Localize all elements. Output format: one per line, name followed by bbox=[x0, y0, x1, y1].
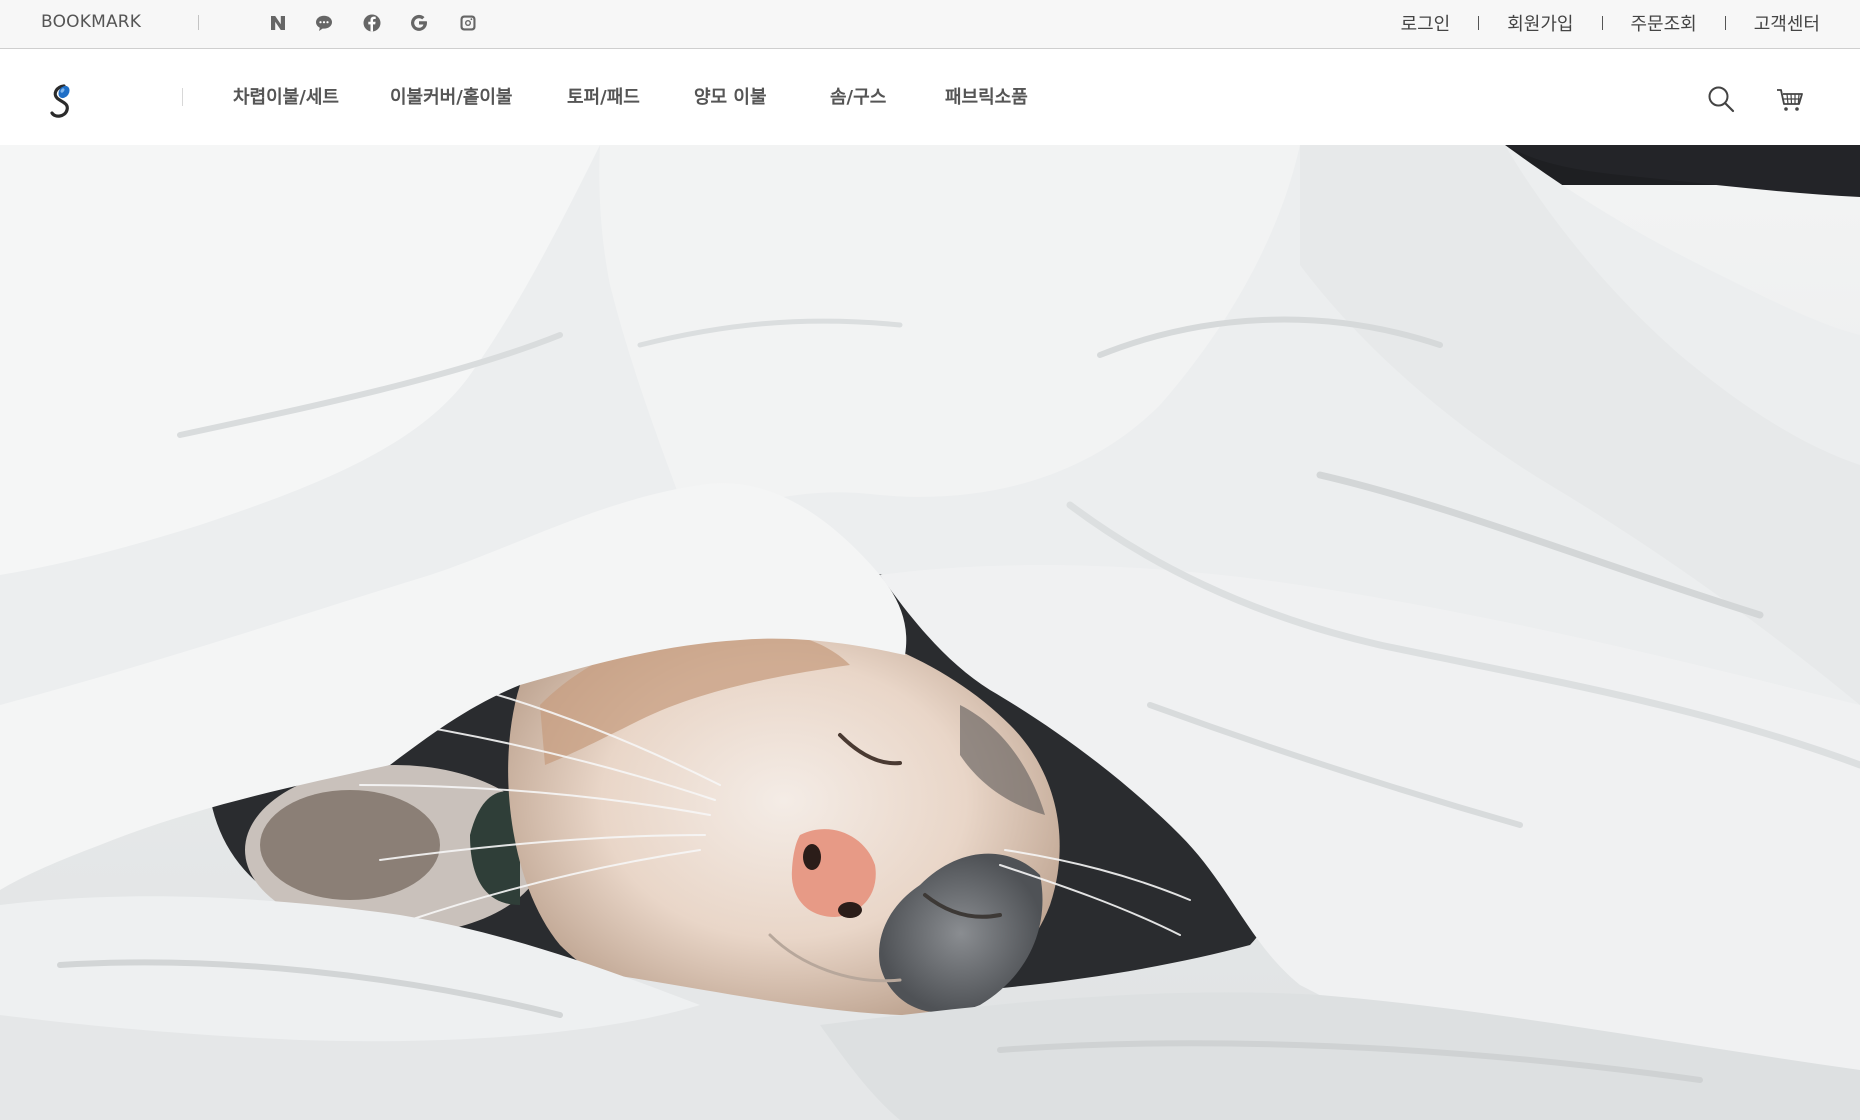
login-link[interactable]: 로그인 bbox=[1401, 10, 1451, 36]
nav-item-duvet-cover[interactable]: 이불커버/홑이불 bbox=[390, 83, 513, 109]
customer-center-link[interactable]: 고객센터 bbox=[1754, 10, 1820, 36]
instagram-icon[interactable] bbox=[457, 12, 479, 34]
nav-item-topper-pad[interactable]: 토퍼/패드 bbox=[567, 83, 640, 109]
brand-logo[interactable] bbox=[44, 81, 78, 123]
nav-item-quilt-set[interactable]: 차렵이불/세트 bbox=[233, 83, 339, 109]
top-utility-bar: BOOKMARK 로그인 회원가입 주문조회 고객센터 bbox=[0, 0, 1860, 49]
account-separator bbox=[1601, 16, 1603, 30]
kakaotalk-icon[interactable] bbox=[313, 12, 335, 34]
google-icon[interactable] bbox=[408, 12, 430, 34]
main-header: 차렵이불/세트 이불커버/홑이불 토퍼/패드 양모 이불 솜/구스 패브릭소품 bbox=[0, 49, 1860, 145]
hero-banner-image[interactable] bbox=[0, 145, 1860, 1120]
header-divider bbox=[182, 88, 183, 106]
account-separator bbox=[1478, 16, 1480, 30]
signup-link[interactable]: 회원가입 bbox=[1507, 10, 1573, 36]
nav-item-wool-duvet[interactable]: 양모 이불 bbox=[694, 83, 767, 109]
naver-icon[interactable] bbox=[267, 12, 289, 34]
facebook-icon[interactable] bbox=[361, 12, 383, 34]
search-icon[interactable] bbox=[1706, 84, 1736, 114]
account-separator bbox=[1724, 16, 1726, 30]
account-menu: 로그인 회원가입 주문조회 고객센터 bbox=[1401, 10, 1820, 36]
cart-icon[interactable] bbox=[1775, 84, 1805, 114]
hero-illustration bbox=[0, 145, 1860, 1120]
order-lookup-link[interactable]: 주문조회 bbox=[1631, 10, 1697, 36]
nav-item-filling-goose[interactable]: 솜/구스 bbox=[830, 83, 886, 109]
topbar-divider bbox=[198, 15, 199, 30]
bookmark-link[interactable]: BOOKMARK bbox=[41, 12, 141, 32]
nav-item-fabric-goods[interactable]: 패브릭소품 bbox=[945, 83, 1028, 109]
